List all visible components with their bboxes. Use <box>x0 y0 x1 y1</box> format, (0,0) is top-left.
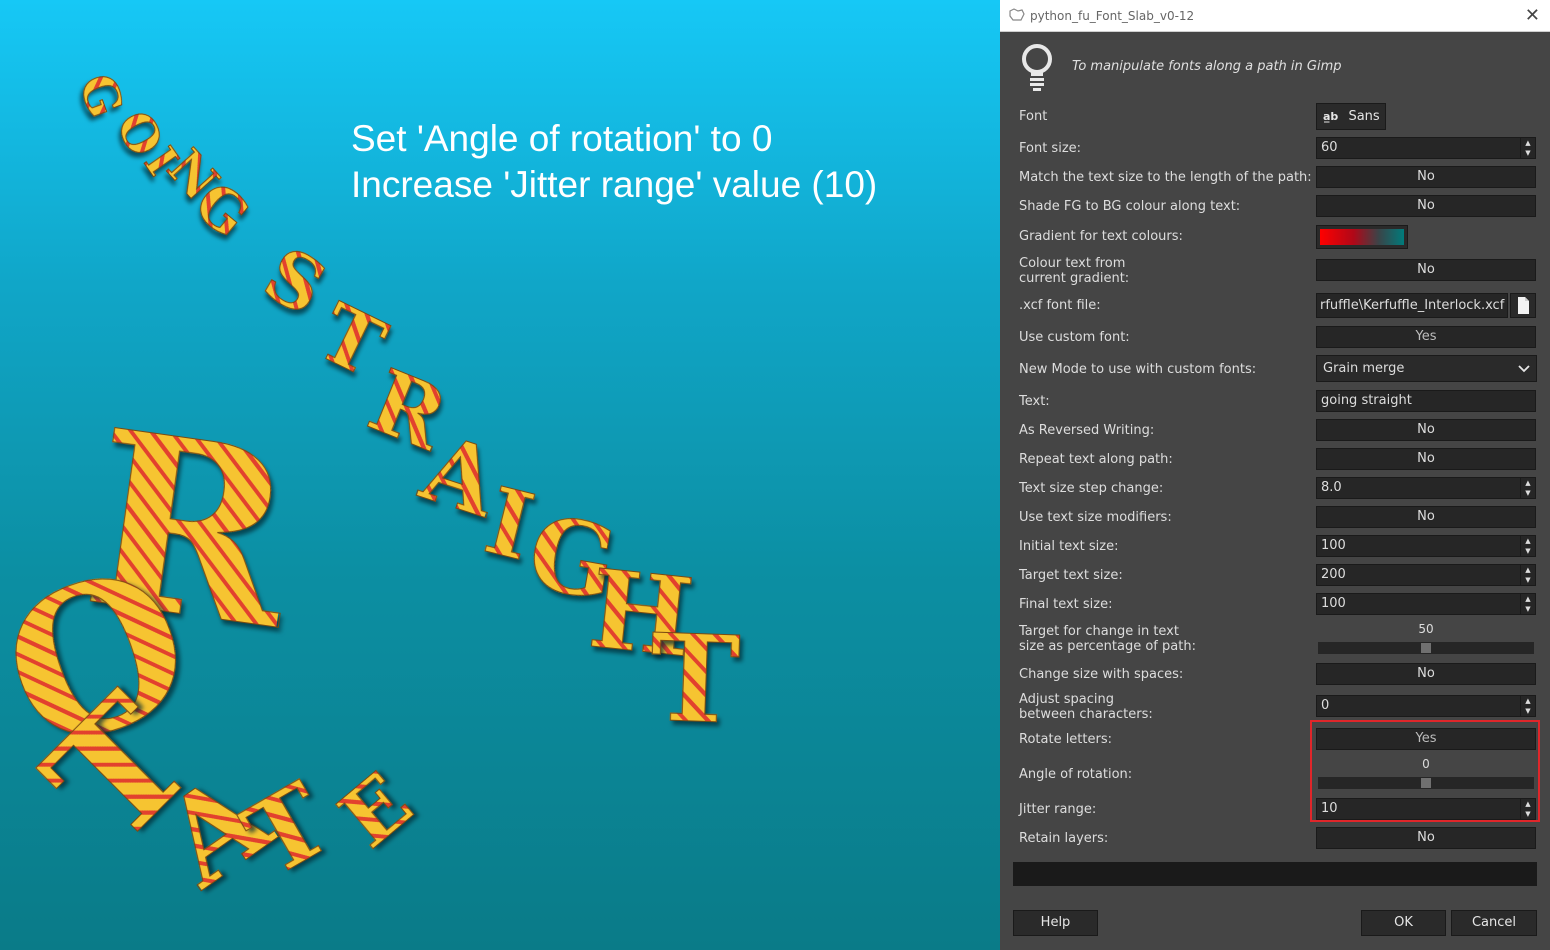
shade-toggle[interactable]: No <box>1316 195 1536 217</box>
ok-button[interactable]: OK <box>1361 910 1446 936</box>
font-size-spinner[interactable]: 60 ▲ ▼ <box>1316 137 1536 159</box>
target-size-spinner[interactable]: 200 ▲ ▼ <box>1316 564 1536 586</box>
help-button[interactable]: Help <box>1013 910 1098 936</box>
spinner-arrows-icon[interactable]: ▲ ▼ <box>1520 138 1535 158</box>
custom-font-toggle[interactable]: Yes <box>1316 326 1536 348</box>
slider-handle[interactable] <box>1421 643 1431 653</box>
colour-from-gradient-label: Colour text from current gradient: <box>1019 256 1129 286</box>
font-size-value: 60 <box>1321 140 1338 155</box>
spinner-arrows-icon[interactable]: ▲ ▼ <box>1520 799 1535 819</box>
step-label: Text size step change: <box>1019 481 1164 496</box>
font-icon: a̲b <box>1323 110 1339 123</box>
cancel-button[interactable]: Cancel <box>1451 910 1537 936</box>
spinner-arrows-icon[interactable]: ▲ ▼ <box>1520 594 1535 614</box>
font-size-label: Font size: <box>1019 141 1082 156</box>
reversed-toggle[interactable]: No <box>1316 419 1536 441</box>
artwork-letter: E <box>321 754 430 866</box>
retain-label: Retain layers: <box>1019 831 1109 846</box>
reversed-label: As Reversed Writing: <box>1019 423 1155 438</box>
label-line: Target for change in text <box>1019 624 1179 639</box>
gradient-button[interactable] <box>1316 225 1408 249</box>
label-line: current gradient: <box>1019 271 1130 286</box>
target-size-label: Target text size: <box>1019 568 1123 583</box>
font-button[interactable]: a̲b Sans <box>1316 103 1386 130</box>
repeat-toggle[interactable]: No <box>1316 448 1536 470</box>
mode-dropdown[interactable]: Grain merge <box>1316 355 1537 382</box>
match-label: Match the text size to the length of the… <box>1019 170 1312 185</box>
angle-value: 0 <box>1422 757 1430 771</box>
artwork-letter: S <box>250 231 340 333</box>
instruction-line-1: Set 'Angle of rotation' to 0 <box>351 118 773 159</box>
rotate-toggle[interactable]: Yes <box>1316 728 1536 750</box>
gradient-swatch <box>1320 229 1404 245</box>
xcf-file-field[interactable]: rfuffle\Kerfuffle_Interlock.xcf <box>1316 293 1508 318</box>
label-line: Colour text from <box>1019 256 1126 271</box>
gimp-app-icon <box>1009 8 1025 22</box>
mode-label: New Mode to use with custom fonts: <box>1019 362 1257 377</box>
file-browse-button[interactable] <box>1510 293 1536 318</box>
retain-toggle[interactable]: No <box>1316 827 1536 849</box>
lightbulb-icon <box>1020 44 1054 92</box>
colour-from-gradient-toggle[interactable]: No <box>1316 259 1536 281</box>
gradient-label: Gradient for text colours: <box>1019 229 1183 244</box>
plugin-dialog: python_fu_Font_Slab_v0-12 ✕ To manipulat… <box>1000 0 1550 950</box>
target-pct-slider[interactable] <box>1318 642 1534 654</box>
target-size-value: 200 <box>1321 567 1346 582</box>
final-size-value: 100 <box>1321 596 1346 611</box>
spaces-label: Change size with spaces: <box>1019 667 1184 682</box>
step-value: 8.0 <box>1321 480 1342 495</box>
shade-label: Shade FG to BG colour along text: <box>1019 199 1241 214</box>
spacing-label: Adjust spacing between characters: <box>1019 692 1153 722</box>
artwork-letter: G <box>67 67 135 126</box>
spinner-arrows-icon[interactable]: ▲ ▼ <box>1520 478 1535 498</box>
label-line: Adjust spacing <box>1019 692 1115 707</box>
initial-size-label: Initial text size: <box>1019 539 1119 554</box>
spinner-arrows-icon[interactable]: ▲ ▼ <box>1520 536 1535 556</box>
match-toggle[interactable]: No <box>1316 166 1536 188</box>
progress-bar <box>1013 862 1537 886</box>
window-title: python_fu_Font_Slab_v0-12 <box>1030 9 1195 23</box>
instruction-line-2: Increase 'Jitter range' value (10) <box>351 164 878 205</box>
initial-size-value: 100 <box>1321 538 1346 553</box>
image-canvas: Set 'Angle of rotation' to 0 Increase 'J… <box>0 0 1000 950</box>
custom-font-label: Use custom font: <box>1019 330 1130 345</box>
text-label: Text: <box>1019 394 1050 409</box>
font-value: Sans <box>1348 109 1380 124</box>
target-pct-label: Target for change in text size as percen… <box>1019 624 1196 654</box>
spinner-arrows-icon[interactable]: ▲ ▼ <box>1520 696 1535 716</box>
final-size-label: Final text size: <box>1019 597 1113 612</box>
spacing-spinner[interactable]: 0 ▲ ▼ <box>1316 695 1536 717</box>
jitter-spinner[interactable]: 10 ▲ ▼ <box>1316 798 1536 820</box>
jitter-label: Jitter range: <box>1019 802 1097 817</box>
text-input[interactable]: going straight <box>1316 390 1536 412</box>
modifiers-label: Use text size modifiers: <box>1019 510 1172 525</box>
spaces-toggle[interactable]: No <box>1316 663 1536 685</box>
chevron-down-icon <box>1518 356 1530 390</box>
final-size-spinner[interactable]: 100 ▲ ▼ <box>1316 593 1536 615</box>
repeat-label: Repeat text along path: <box>1019 452 1173 467</box>
label-line: between characters: <box>1019 707 1153 722</box>
target-pct-value: 50 <box>1418 622 1434 636</box>
angle-slider[interactable] <box>1318 777 1534 789</box>
initial-size-spinner[interactable]: 100 ▲ ▼ <box>1316 535 1536 557</box>
spinner-arrows-icon[interactable]: ▲ ▼ <box>1520 565 1535 585</box>
artwork-letter: T <box>647 607 742 752</box>
title-bar: python_fu_Font_Slab_v0-12 ✕ <box>1000 0 1550 32</box>
jitter-value: 10 <box>1321 801 1338 816</box>
modifiers-toggle[interactable]: No <box>1316 506 1536 528</box>
slider-handle[interactable] <box>1421 778 1431 788</box>
dialog-description: To manipulate fonts along a path in Gimp <box>1072 59 1342 74</box>
angle-label: Angle of rotation: <box>1019 767 1133 782</box>
xcf-label: .xcf font file: <box>1019 298 1101 313</box>
mode-value: Grain merge <box>1323 361 1405 376</box>
step-spinner[interactable]: 8.0 ▲ ▼ <box>1316 477 1536 499</box>
spacing-value: 0 <box>1321 698 1330 713</box>
font-label: Font <box>1019 109 1048 124</box>
close-icon[interactable]: ✕ <box>1525 5 1540 26</box>
file-icon <box>1518 297 1529 314</box>
rotate-label: Rotate letters: <box>1019 732 1112 747</box>
label-line: size as percentage of path: <box>1019 639 1196 654</box>
